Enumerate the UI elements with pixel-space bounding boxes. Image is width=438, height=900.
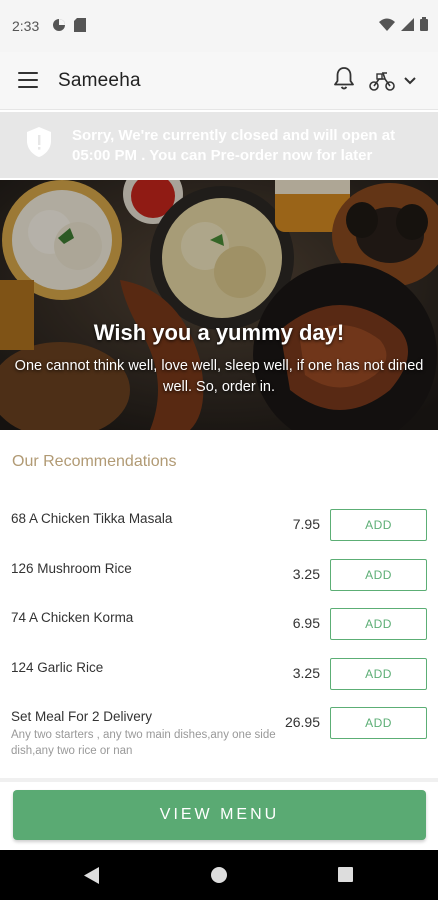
item-price: 3.25 — [292, 565, 320, 582]
item-price: 6.95 — [292, 615, 320, 631]
item-price: 26.95 — [284, 714, 320, 730]
item-price: 3.25 — [292, 664, 320, 681]
status-time: 2:33 — [12, 18, 40, 34]
scooter-icon — [369, 72, 395, 91]
item-name: Set Meal For 2 Delivery — [11, 709, 153, 724]
item-name: 74 A Chicken Korma — [11, 610, 134, 625]
bell-icon[interactable] — [332, 66, 356, 92]
add-button[interactable]: ADD — [330, 558, 427, 591]
recommendations-list: 68 A Chicken Tikka Masala 7.95 ADD 126 M… — [0, 505, 438, 773]
item-name: 126 Mushroom Rice — [11, 560, 132, 576]
list-item: 74 A Chicken Korma 6.95 ADD — [0, 604, 438, 654]
app-header: Sameeha — [0, 52, 438, 110]
data-saver-icon — [53, 19, 65, 31]
status-notification-icons — [52, 18, 86, 32]
shield-alert-icon — [27, 127, 51, 157]
hero-caption: Wish you a yummy day! One cannot think w… — [0, 320, 438, 398]
item-description: Any two starters , any two main dishes,a… — [11, 729, 276, 757]
divider — [0, 778, 438, 782]
wifi-icon — [379, 18, 395, 31]
hero-title: Wish you a yummy day! — [93, 320, 345, 345]
add-button[interactable]: ADD — [330, 657, 427, 690]
store-closed-message: Sorry, We're currently closed and will o… — [72, 127, 396, 164]
item-name: 124 Garlic Rice — [11, 659, 104, 675]
hero-subtitle: One cannot think well, love well, sleep … — [14, 358, 424, 395]
delivery-mode-selector[interactable] — [368, 70, 416, 92]
back-icon[interactable] — [84, 867, 100, 884]
add-button[interactable]: ADD — [330, 707, 427, 739]
item-name: 68 A Chicken Tikka Masala — [11, 511, 173, 526]
system-navigation-bar — [0, 850, 438, 900]
list-item: 124 Garlic Rice 3.25 ADD — [0, 654, 438, 704]
status-bar: 2:33 — [0, 0, 438, 52]
recent-apps-icon[interactable] — [338, 867, 353, 882]
recommendations-heading: Our Recommendations — [12, 453, 177, 470]
view-menu-button[interactable]: VIEW MENU — [13, 790, 426, 840]
list-item: 126 Mushroom Rice 3.25 ADD — [0, 555, 438, 605]
hamburger-menu-icon[interactable] — [18, 72, 38, 88]
chevron-down-icon — [404, 77, 416, 85]
restaurant-title: Sameeha — [58, 70, 141, 91]
list-item: Set Meal For 2 Delivery Any two starters… — [0, 703, 438, 773]
item-price: 7.95 — [292, 516, 320, 532]
signal-icon — [401, 17, 414, 31]
list-item: 68 A Chicken Tikka Masala 7.95 ADD — [0, 505, 438, 555]
battery-icon — [420, 17, 428, 31]
hero-banner: Wish you a yummy day! One cannot think w… — [0, 180, 438, 430]
sd-card-icon — [74, 18, 86, 32]
home-icon[interactable] — [211, 867, 227, 883]
store-closed-banner: Sorry, We're currently closed and will o… — [0, 112, 438, 178]
add-button[interactable]: ADD — [330, 509, 427, 541]
status-system-icons — [379, 17, 428, 31]
add-button[interactable]: ADD — [330, 608, 427, 640]
